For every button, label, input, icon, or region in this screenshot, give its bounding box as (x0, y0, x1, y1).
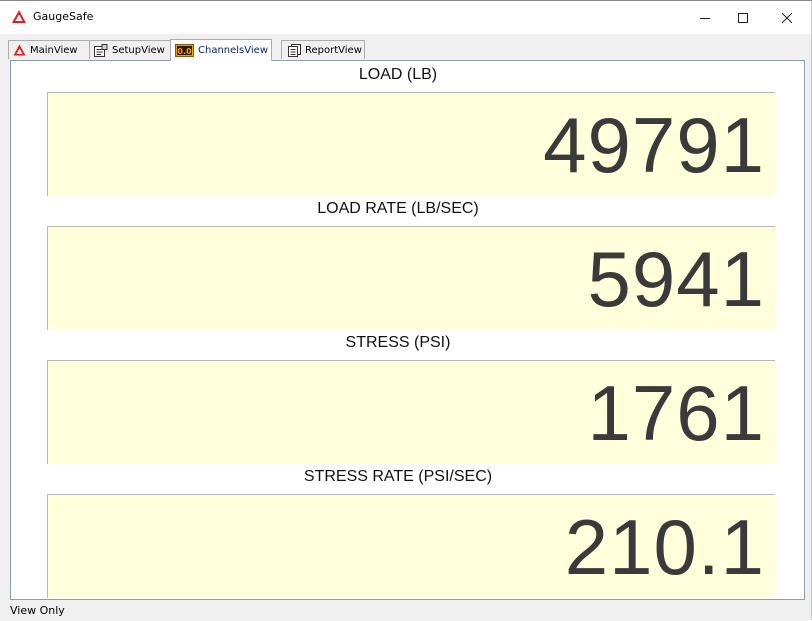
channel-display-stress: 1761 (47, 360, 775, 464)
app-logo-icon (12, 10, 26, 23)
view-tabstrip: MainView SetupView 0.0 ChannelsView Repo… (8, 39, 808, 61)
channels-icon-text: 0.0 (177, 47, 192, 56)
window-title: GaugeSafe (33, 10, 94, 23)
title-bar[interactable]: GaugeSafe (0, 1, 811, 34)
channel-value-stress-rate: 210.1 (564, 503, 765, 591)
tab-mainview[interactable]: MainView (8, 40, 90, 59)
tab-label: MainView (30, 44, 78, 56)
app-window: GaugeSafe MainView SetupView 0.0 Channel… (0, 0, 812, 621)
maximize-button[interactable] (721, 1, 765, 34)
channel-display-load-rate: 5941 (47, 226, 775, 330)
tab-label: ReportView (305, 44, 362, 56)
tab-reportview[interactable]: ReportView (281, 40, 365, 59)
maximize-icon (738, 12, 748, 23)
minimize-icon (700, 17, 710, 19)
close-icon (782, 12, 792, 23)
tab-label: ChannelsView (198, 45, 268, 56)
channels-icon: 0.0 (175, 44, 194, 57)
channel-label-stress-rate: STRESS RATE (PSI/SEC) (303, 468, 493, 485)
channels-panel: LOAD (LB) 49791 LOAD RATE (LB/SEC) 5941 … (10, 60, 805, 600)
status-text: View Only (10, 604, 65, 617)
tab-setupview[interactable]: SetupView (89, 40, 171, 59)
setup-icon (94, 43, 108, 57)
channel-display-stress-rate: 210.1 (47, 494, 775, 598)
tab-label: SetupView (112, 44, 165, 56)
report-icon (288, 43, 301, 57)
channel-label-load-rate: LOAD RATE (LB/SEC) (317, 200, 479, 217)
channel-value-load-rate: 5941 (587, 235, 765, 323)
tab-channelsview[interactable]: 0.0 ChannelsView (170, 39, 272, 61)
channel-value-load: 49791 (543, 101, 765, 189)
warning-triangle-icon (13, 44, 26, 56)
channel-label-load: LOAD (LB) (358, 66, 438, 83)
channel-label-stress: STRESS (PSI) (345, 334, 451, 351)
close-button[interactable] (765, 1, 809, 34)
channel-display-load: 49791 (47, 92, 775, 196)
status-bar: View Only (0, 601, 811, 621)
channel-value-stress: 1761 (587, 369, 765, 457)
